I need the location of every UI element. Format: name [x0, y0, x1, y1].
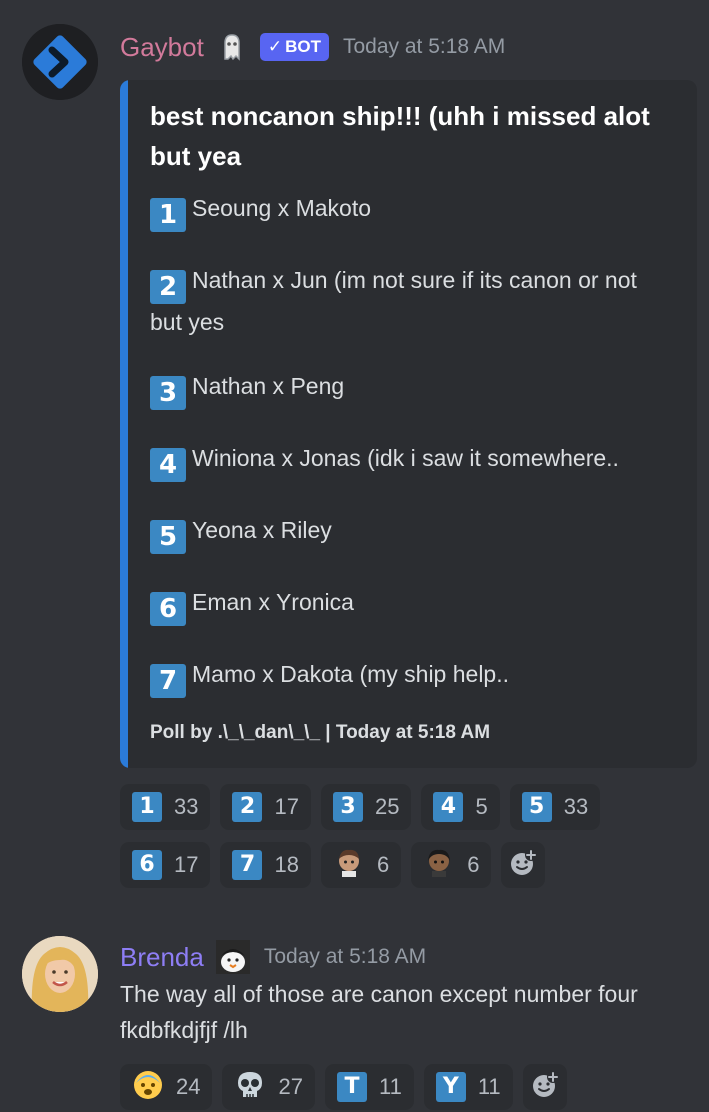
keycap-1-icon: 1: [150, 198, 186, 232]
custom-character-emoji-icon: [333, 847, 365, 884]
keycap-6-icon: 6: [132, 850, 162, 880]
embed-title: best noncanon ship!!! (uhh i missed alot…: [150, 101, 650, 171]
bot-message: Gaybot ✓ BOT Today at 5:18 AM best nonca…: [0, 0, 709, 900]
reaction-letter-t[interactable]: T 11: [324, 1064, 414, 1110]
reaction-bar: 1 33 2 17 3 25 4 5 5 33: [120, 784, 601, 830]
regional-indicator-y-icon: Y: [435, 1072, 466, 1102]
skull-icon: [234, 1069, 266, 1106]
reaction-3[interactable]: 3 25: [320, 784, 412, 830]
bot-username[interactable]: Gaybot: [120, 32, 204, 63]
keycap-2-icon: 2: [232, 792, 263, 822]
add-reaction-button[interactable]: [501, 842, 546, 888]
poll-option: 7 Mamo x Dakota (my ship help..: [150, 656, 670, 698]
user-username[interactable]: Brenda: [120, 942, 204, 973]
embed-footer: Poll by .\_\_dan\_\_ | Today at 5:18 AM: [150, 722, 491, 743]
poll-embed: best noncanon ship!!! (uhh i missed alot…: [120, 80, 697, 768]
keycap-3-icon: 3: [332, 792, 363, 822]
role-flair-icon: [215, 940, 250, 974]
bot-badge: ✓ BOT: [259, 33, 329, 61]
keycap-2-icon: 2: [150, 270, 186, 304]
reaction-fearful[interactable]: 24: [120, 1064, 213, 1110]
add-reaction-button[interactable]: [522, 1064, 567, 1110]
reaction-bar: 6 17 7 18 6 6: [120, 842, 546, 888]
regional-indicator-t-icon: T: [336, 1072, 367, 1102]
custom-character-emoji-icon: [423, 847, 455, 884]
reaction-4[interactable]: 4 5: [421, 784, 500, 830]
bot-logo-icon: [22, 24, 98, 100]
keycap-4-icon: 4: [433, 792, 464, 822]
user-message: Brenda Today at 5:18 AM The way all of t…: [0, 900, 709, 1112]
poll-option: 6 Eman x Yronica: [150, 584, 670, 626]
poll-option: 5 Yeona x Riley: [150, 512, 670, 554]
user-timestamp[interactable]: Today at 5:18 AM: [264, 945, 426, 969]
poll-option: 4 Winiona x Jonas (idk i saw it somewhere…: [150, 440, 670, 482]
reaction-custom-emoji-2[interactable]: 6: [411, 842, 492, 888]
embed-accent-bar: [120, 80, 128, 768]
reaction-2[interactable]: 2 17: [220, 784, 311, 830]
reaction-skull[interactable]: 27: [222, 1064, 315, 1110]
checkmark-icon: ✓: [267, 37, 283, 56]
keycap-4-icon: 4: [150, 448, 186, 482]
user-avatar[interactable]: [22, 936, 98, 1012]
ghost-flair-icon: [216, 31, 248, 63]
reaction-6[interactable]: 6 17: [120, 842, 211, 888]
user-photo-icon: [22, 936, 98, 1012]
keycap-5-icon: 5: [521, 792, 552, 822]
poll-option: 1 Seoung x Makoto: [150, 190, 670, 232]
message-content: The way all of those are canon except nu…: [120, 981, 638, 1043]
fearful-face-icon: [132, 1069, 164, 1106]
add-reaction-icon: [508, 848, 538, 883]
reaction-5[interactable]: 5 33: [509, 784, 601, 830]
keycap-1-icon: 1: [132, 792, 162, 822]
keycap-7-icon: 7: [150, 664, 186, 698]
keycap-7-icon: 7: [232, 850, 263, 880]
reaction-7[interactable]: 7 18: [220, 842, 311, 888]
reaction-custom-emoji-1[interactable]: 6: [320, 842, 402, 888]
poll-option: 2 Nathan x Jun (im not sure if its canon …: [150, 267, 637, 335]
reaction-1[interactable]: 1 33: [120, 784, 211, 830]
keycap-6-icon: 6: [150, 592, 186, 626]
bot-avatar[interactable]: [22, 24, 98, 100]
reaction-bar: 24 27 T 11 Y 11: [120, 1064, 567, 1110]
bot-timestamp[interactable]: Today at 5:18 AM: [343, 35, 505, 59]
add-reaction-icon: [530, 1070, 560, 1105]
keycap-3-icon: 3: [150, 376, 186, 410]
poll-option: 3 Nathan x Peng: [150, 368, 670, 410]
keycap-5-icon: 5: [150, 520, 186, 554]
reaction-letter-y[interactable]: Y 11: [423, 1064, 513, 1110]
